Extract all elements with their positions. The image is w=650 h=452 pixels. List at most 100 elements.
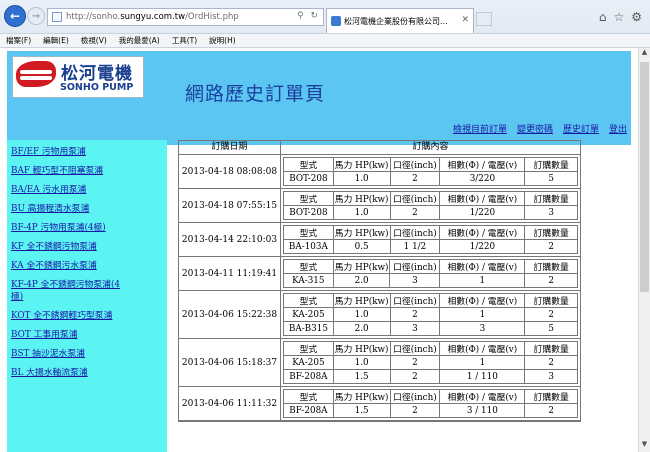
item-row: KA-315 2.0 3 1 2	[283, 273, 578, 288]
order-date: 2013-04-11 11:19:41	[179, 257, 281, 290]
order-content: 型式 馬力 HP(kw) 口徑(inch) 相數(Φ) / 電壓(v) 訂購數量 BOT-…	[281, 189, 580, 222]
logo-english-name: SONHO PUMP	[60, 82, 134, 93]
items-header-cell: 相數(Φ) / 電壓(v)	[439, 341, 526, 356]
order-items-table: 型式 馬力 HP(kw) 口徑(inch) 相數(Φ) / 電壓(v) 訂購數量 BOT-…	[283, 157, 578, 186]
order-items-table: 型式 馬力 HP(kw) 口徑(inch) 相數(Φ) / 電壓(v) 訂購數量 BF-2…	[283, 389, 578, 418]
sidebar-item[interactable]: KF-4P 全不銹鋼污物泵浦(4極)	[11, 279, 129, 303]
browser-tab[interactable]: 松河電機企業股份有限公司... ✕	[326, 8, 474, 33]
item-cell: 3	[439, 321, 526, 336]
sidebar-item[interactable]: KOT 全不銹鋼輕巧型泵浦	[11, 310, 129, 322]
home-icon[interactable]: ⌂	[599, 10, 607, 24]
scroll-down-arrow-icon[interactable]: ▼	[639, 440, 650, 452]
item-row: BF-208A 1.5 2 3 / 110 2	[283, 403, 578, 418]
item-row: BF-208A 1.5 2 1 / 110 3	[283, 369, 578, 384]
item-row: BOT-208 1.0 2 1/220 3	[283, 205, 578, 220]
link-order-history[interactable]: 歷史訂單	[563, 122, 599, 135]
back-arrow-icon[interactable]: ←	[4, 5, 26, 27]
logo-chinese-name: 松河電機	[61, 64, 133, 84]
product-sidebar: BF/EF 污物用泵浦 BAF 輕巧型不阻塞泵浦 BA/EA 污水用泵浦 BU …	[7, 140, 167, 452]
order-date: 2013-04-18 08:08:08	[179, 155, 281, 188]
menu-edit[interactable]: 編輯(E)	[37, 35, 75, 46]
item-cell: 1.5	[332, 403, 391, 418]
item-cell: 1	[439, 307, 526, 322]
menu-tools[interactable]: 工具(T)	[166, 35, 203, 46]
items-header-cell: 訂購數量	[524, 293, 578, 308]
column-header-content: 訂購內容	[412, 142, 449, 152]
menu-file[interactable]: 檔案(F)	[0, 35, 37, 46]
scroll-thumb[interactable]	[640, 62, 649, 292]
items-header-cell: 馬力 HP(kw)	[332, 341, 391, 356]
sidebar-item[interactable]: BL 大揚水軸流泵浦	[11, 367, 129, 379]
item-row: KA-205 1.0 2 1 2	[283, 307, 578, 322]
sidebar-item[interactable]: BST 抽沙泥水泵浦	[11, 348, 129, 360]
favicon-icon	[331, 16, 341, 26]
menu-favorites[interactable]: 我的最愛(A)	[113, 35, 166, 46]
browser-chrome: ← → http://sonho.sungyu.com.tw/OrdHist.p…	[0, 0, 650, 48]
item-row: KA-205 1.0 2 1 2	[283, 355, 578, 370]
item-cell: 2.0	[332, 321, 391, 336]
items-header-cell: 馬力 HP(kw)	[332, 389, 391, 404]
items-header-row: 型式 馬力 HP(kw) 口徑(inch) 相數(Φ) / 電壓(v) 訂購數量	[283, 191, 578, 206]
address-bar[interactable]: http://sonho.sungyu.com.tw/OrdHist.php ⚲…	[47, 8, 324, 26]
items-header-cell: 口徑(inch)	[389, 259, 441, 274]
menu-help[interactable]: 說明(H)	[203, 35, 242, 46]
order-row: 2013-04-06 15:22:38 型式 馬力 HP(kw) 口徑(inch) 相數…	[179, 291, 580, 339]
close-tab-icon[interactable]: ✕	[461, 15, 469, 25]
item-cell: 2	[524, 273, 578, 288]
sidebar-item[interactable]: KA 全不銹鋼污水泵浦	[11, 260, 129, 272]
items-header-cell: 口徑(inch)	[389, 157, 441, 172]
item-cell: BOT-208	[283, 205, 334, 220]
sidebar-item[interactable]: KF 全不銹鋼污物泵浦	[11, 241, 129, 253]
item-cell: 1.0	[332, 355, 391, 370]
order-row: 2013-04-18 07:55:15 型式 馬力 HP(kw) 口徑(inch) 相數…	[179, 189, 580, 223]
link-logout[interactable]: 登出	[609, 122, 627, 135]
items-header-cell: 訂購數量	[524, 157, 578, 172]
tab-title: 松河電機企業股份有限公司...	[344, 16, 448, 26]
items-header-cell: 型式	[283, 259, 334, 274]
sidebar-item[interactable]: BAF 輕巧型不阻塞泵浦	[11, 165, 129, 177]
items-header-cell: 型式	[283, 389, 334, 404]
items-header-cell: 相數(Φ) / 電壓(v)	[439, 293, 526, 308]
sidebar-item[interactable]: BU 高揚程清水泵浦	[11, 203, 129, 215]
item-cell: 1.0	[332, 205, 391, 220]
order-items-table: 型式 馬力 HP(kw) 口徑(inch) 相數(Φ) / 電壓(v) 訂購數量 KA-2…	[283, 341, 578, 384]
item-cell: 1.0	[332, 171, 391, 186]
items-header-row: 型式 馬力 HP(kw) 口徑(inch) 相數(Φ) / 電壓(v) 訂購數量	[283, 389, 578, 404]
company-logo[interactable]: 松河電機 SONHO PUMP	[12, 56, 144, 98]
menu-view[interactable]: 檢視(V)	[75, 35, 113, 46]
gear-icon[interactable]: ⚙	[631, 10, 642, 24]
items-header-cell: 馬力 HP(kw)	[332, 191, 391, 206]
items-header-cell: 型式	[283, 341, 334, 356]
items-header-row: 型式 馬力 HP(kw) 口徑(inch) 相數(Φ) / 電壓(v) 訂購數量	[283, 225, 578, 240]
sidebar-item[interactable]: BA/EA 污水用泵浦	[11, 184, 129, 196]
sidebar-item[interactable]: BF/EF 污物用泵浦	[11, 146, 129, 158]
item-cell: 3	[524, 205, 578, 220]
item-cell: 2	[389, 171, 441, 186]
items-header-cell: 口徑(inch)	[389, 191, 441, 206]
items-header-cell: 型式	[283, 225, 334, 240]
sidebar-item[interactable]: BOT 工事用泵浦	[11, 329, 129, 341]
item-cell: KA-315	[283, 273, 334, 288]
item-row: BA-B315 2.0 3 3 5	[283, 321, 578, 336]
search-refresh-icons[interactable]: ⚲ ↻	[297, 11, 320, 21]
favorites-star-icon[interactable]: ☆	[613, 10, 624, 24]
item-cell: 3	[389, 321, 441, 336]
address-url[interactable]: http://sonho.sungyu.com.tw/OrdHist.php	[66, 12, 239, 22]
order-row: 2013-04-14 22:10:03 型式 馬力 HP(kw) 口徑(inch) 相數…	[179, 223, 580, 257]
items-header-cell: 相數(Φ) / 電壓(v)	[439, 225, 526, 240]
items-header-cell: 馬力 HP(kw)	[332, 225, 391, 240]
item-cell: BA-B315	[283, 321, 334, 336]
new-tab-button[interactable]	[476, 12, 492, 26]
sidebar-item[interactable]: BF-4P 污物用泵浦(4極)	[11, 222, 129, 234]
vertical-scrollbar[interactable]: ▲ ▼	[638, 48, 650, 452]
link-current-orders[interactable]: 檢視目前訂單	[453, 122, 507, 135]
items-header-cell: 型式	[283, 157, 334, 172]
site-header: 松河電機 SONHO PUMP 網路歷史訂單頁 檢視目前訂單 變更密碼 歷史訂單…	[7, 51, 631, 145]
top-links: 檢視目前訂單 變更密碼 歷史訂單 登出	[453, 122, 627, 135]
items-header-cell: 型式	[283, 191, 334, 206]
item-cell: 2	[524, 239, 578, 254]
forward-arrow-icon[interactable]: →	[27, 7, 45, 25]
link-change-password[interactable]: 變更密碼	[517, 122, 553, 135]
scroll-up-arrow-icon[interactable]: ▲	[639, 48, 650, 60]
order-row: 2013-04-06 11:11:32 型式 馬力 HP(kw) 口徑(inch) 相數…	[179, 387, 580, 421]
